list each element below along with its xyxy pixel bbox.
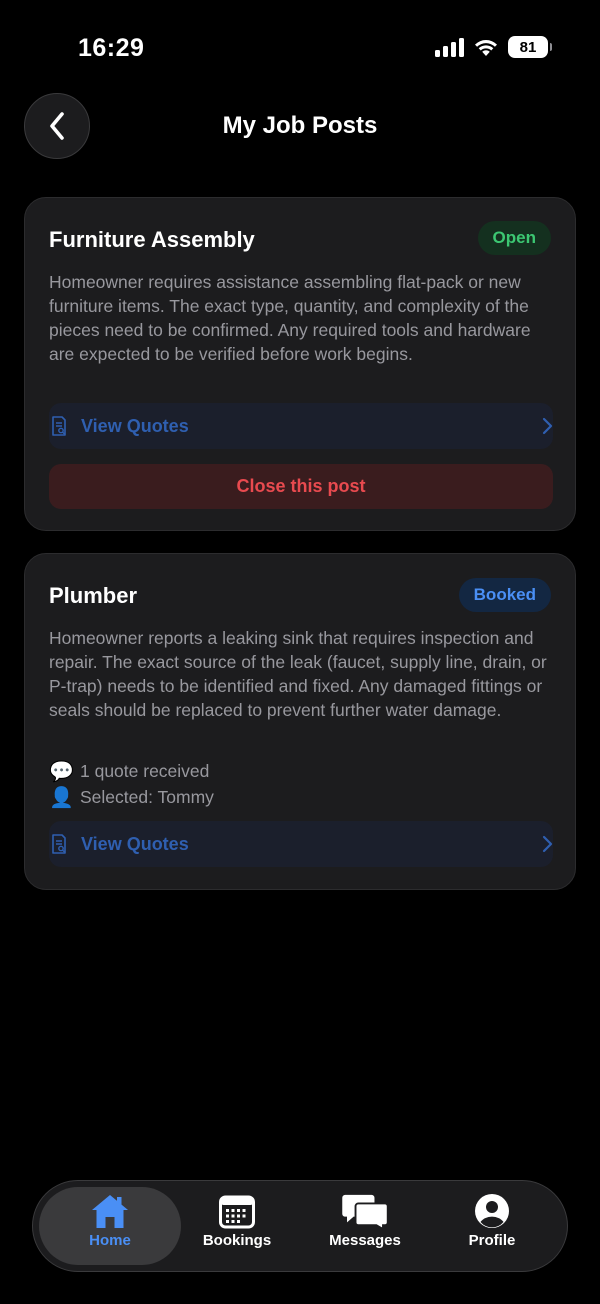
status-icons: 81: [435, 36, 552, 58]
close-post-button[interactable]: Close this post: [49, 464, 553, 509]
wifi-icon: [475, 40, 497, 56]
document-icon: [52, 834, 66, 854]
status-time: 16:29: [78, 34, 145, 62]
speech-bubble-icon: 💬: [49, 761, 74, 783]
screen: 16:29 81 My Job Posts Furniture Assembly…: [0, 0, 600, 1304]
calendar-icon: [219, 1195, 255, 1229]
tab-label: Home: [89, 1232, 131, 1249]
job-description: Homeowner requires assistance assembling…: [49, 272, 531, 364]
job-title: Plumber: [49, 583, 138, 608]
status-bar: 16:29 81: [0, 0, 600, 96]
page-title: My Job Posts: [222, 112, 378, 139]
document-icon: [52, 416, 66, 436]
job-description: Homeowner reports a leaking sink that re…: [49, 628, 547, 720]
job-title: Furniture Assembly: [49, 227, 255, 252]
view-quotes-label: View Quotes: [81, 415, 189, 436]
chevron-right-icon: [542, 835, 553, 853]
selected-pro-text: Selected: Tommy: [80, 787, 214, 807]
chevron-right-icon: [542, 417, 553, 435]
tab-label: Profile: [468, 1232, 516, 1249]
chat-bubbles-icon: [342, 1194, 389, 1229]
job-post-card: Plumber Booked Homeowner reports a leaki…: [24, 553, 576, 890]
tab-profile[interactable]: Profile: [430, 1193, 554, 1263]
signal-icon: [435, 37, 464, 57]
battery-icon: 81: [508, 36, 552, 58]
tab-label: Bookings: [202, 1232, 272, 1249]
tab-messages[interactable]: Messages: [303, 1193, 427, 1263]
tab-label: Messages: [329, 1232, 401, 1249]
person-icon: 👤: [49, 787, 74, 809]
quotes-received-line: 💬 1 quote received: [49, 759, 209, 784]
profile-icon: [475, 1194, 509, 1228]
tab-bar: Home Bookings Messages Profile: [32, 1180, 568, 1272]
quotes-received-text: 1 quote received: [80, 761, 210, 781]
status-badge: Booked: [458, 578, 551, 612]
view-quotes-button[interactable]: View Quotes: [49, 821, 553, 867]
status-badge: Open: [477, 221, 551, 255]
view-quotes-button[interactable]: View Quotes: [49, 403, 553, 449]
tab-home[interactable]: Home: [48, 1193, 172, 1263]
view-quotes-label: View Quotes: [81, 833, 189, 854]
job-post-card: Furniture Assembly Open Homeowner requir…: [24, 197, 576, 531]
home-icon: [92, 1195, 128, 1228]
tab-bookings[interactable]: Bookings: [175, 1193, 299, 1263]
selected-pro-line: 👤 Selected: Tommy: [49, 785, 214, 810]
